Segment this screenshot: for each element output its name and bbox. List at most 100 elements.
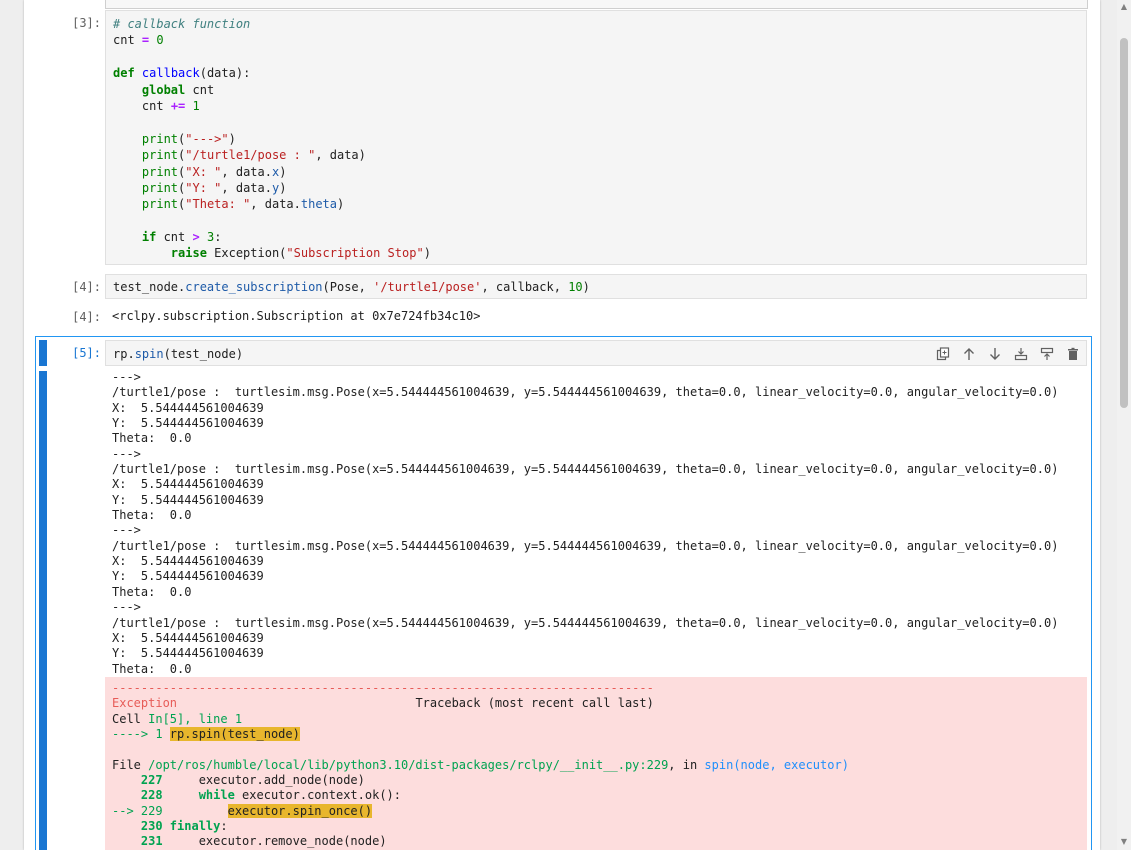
code-token: rp. [113,347,135,361]
code-token: "/turtle1/pose : " [185,148,316,163]
code-token: , data. [221,180,272,195]
insert-above-button[interactable] [1008,345,1034,363]
code-token: , data) [315,148,366,163]
code-token: ) [582,280,590,294]
code-token: , callback, [481,280,569,294]
code-token: (test_node) [163,347,244,361]
move-up-button[interactable] [956,345,982,363]
code-token: ) [337,197,345,212]
traceback-code: executor.add_node(node) [162,773,365,788]
code-token: spin [134,347,164,361]
cell-3-code: # callback function cnt = 0 def callback(… [113,17,431,261]
code-token: theta [300,197,337,212]
traceback-arrow: --> 229 [112,803,163,818]
traceback-arrow: ----> 1 [112,727,170,742]
code-token: += [170,98,186,113]
code-token: print [141,180,179,195]
traceback-code [163,804,228,818]
move-up-icon [964,348,974,360]
notebook-panel: [3]: # callback function cnt = 0 def call… [24,0,1100,850]
file-word: File [112,757,149,772]
scrollbar-thumb[interactable] [1120,38,1128,408]
cell-4-output: <rclpy.subscription.Subscription at 0x7e… [112,309,481,323]
code-token: cnt [113,33,142,48]
code-token: = [141,33,150,48]
code-token: # callback function [113,17,251,31]
traceback-header: Traceback (most recent call last) [177,696,654,711]
traceback-dashes: ----------------------------------------… [112,681,654,695]
traceback-text: ----------------------------------------… [105,677,1087,850]
code-token: ) [279,180,287,195]
output-collapser[interactable] [39,371,47,850]
keyword: finally [162,819,221,834]
code-token: print [141,197,179,212]
cell-4-editor[interactable]: test_node.create_subscription(Pose, '/tu… [105,274,1087,299]
code-token: cnt [156,230,193,245]
code-token: cnt [141,98,171,113]
cell-toolbar [930,345,1086,363]
duplicate-cell-button[interactable] [930,345,956,363]
cell-3-prompt: [3]: [72,16,101,30]
function-args: (node, executor) [733,757,849,772]
line-number: 231 [112,834,163,849]
code-token: print [141,131,179,146]
move-down-icon [990,348,1000,360]
code-token: if [141,230,157,245]
scroll-down-arrow-icon[interactable]: ▼ [1119,837,1129,847]
code-token: "Theta: " [185,197,251,212]
insert-below-icon [1040,347,1054,360]
file-path-link[interactable]: /opt/ros/humble/local/lib/python3.10/dis… [148,758,668,772]
previous-cell-edge [105,0,1088,9]
code-token: 0 [156,33,164,48]
delete-cell-button[interactable] [1060,345,1086,363]
code-token: "X: " [185,164,222,179]
code-token: ) [423,246,431,261]
code-token: "Subscription Stop" [286,246,424,261]
cell-5-stdout: ---> /turtle1/pose : turtlesim.msg.Pose(… [112,370,1059,676]
code-token: Exception( [206,246,287,261]
cell-5-prompt: [5]: [72,346,101,360]
cell-4-prompt: [4]: [72,280,101,294]
highlighted-code: executor.spin_once() [227,803,373,818]
code-token: ) [279,164,287,179]
code-token: raise [170,246,207,261]
line-number: 227 [112,773,163,788]
code-token: , data. [221,164,272,179]
code-token: "--->" [185,131,229,146]
move-down-button[interactable] [982,345,1008,363]
cell-reference: In[5], line 1 [148,711,243,726]
scroll-up-arrow-icon[interactable]: ▲ [1119,2,1129,12]
code-token: : [214,230,222,245]
code-token: def [113,66,135,81]
traceback-code: executor.context.ok(): [234,788,401,803]
insert-below-button[interactable] [1034,345,1060,363]
in-word: , in [668,757,705,772]
traceback-output: ----------------------------------------… [105,677,1087,850]
code-token: callback [141,66,200,81]
traceback-code [163,788,199,802]
exception-name: Exception [112,696,178,711]
cell-4-code: test_node.create_subscription(Pose, '/tu… [106,275,1086,295]
code-token: '/turtle1/pose' [373,280,482,294]
duplicate-icon [936,347,950,361]
code-token: test_node. [113,280,186,294]
code-token: 1 [192,98,200,113]
insert-above-icon [1014,348,1028,361]
code-token: (Pose, [322,280,374,294]
code-token: "Y: " [185,180,222,195]
code-token: ) [228,131,236,146]
highlighted-code: rp.spin(test_node) [169,727,300,742]
cell-word: Cell [112,711,149,726]
line-number: 228 [112,788,163,803]
code-token: print [141,148,179,163]
function-name: spin [704,757,734,772]
code-token: create_subscription [185,280,323,294]
keyword: while [198,788,235,803]
delete-icon [1068,347,1078,360]
code-token: print [141,164,179,179]
code-token: cnt [185,82,215,97]
traceback-code: : [220,819,228,834]
vertical-scrollbar[interactable]: ▲ ▼ [1117,0,1131,850]
cell-3-editor[interactable]: # callback function cnt = 0 def callback(… [105,10,1087,265]
code-token: , data. [250,197,301,212]
